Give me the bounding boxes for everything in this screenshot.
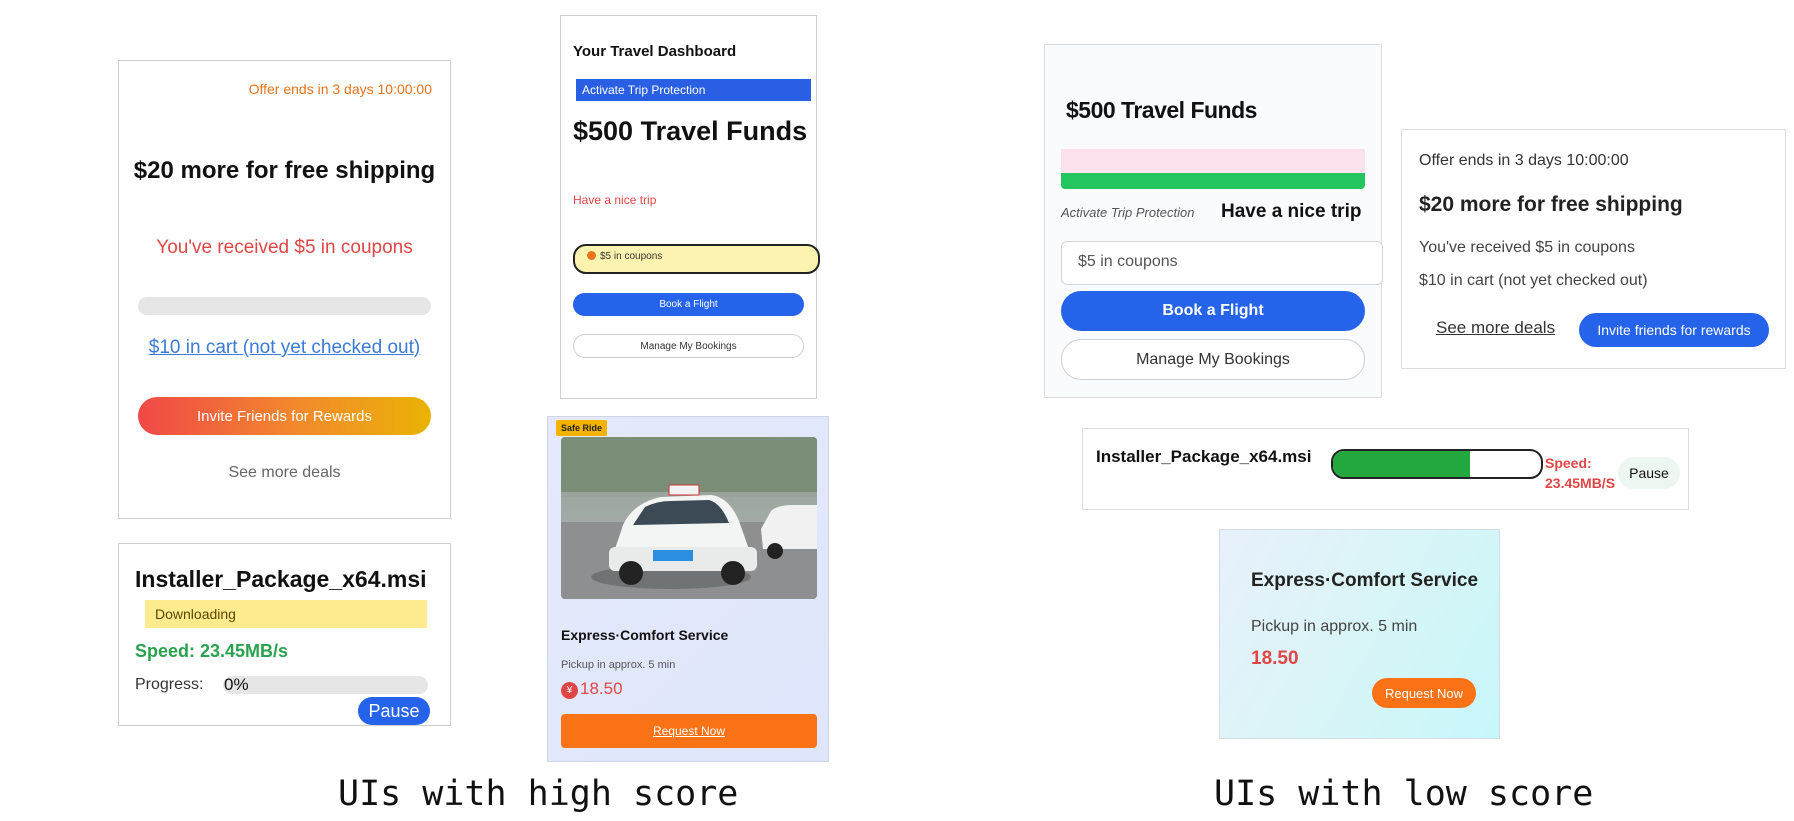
taxi-car-image [561,437,817,599]
pink-banner [1061,149,1365,173]
low-installer-card: Installer_Package_x64.msi Speed: 23.45MB/… [1082,428,1689,510]
pickup-eta: Pickup in approx. 5 min [1251,618,1418,635]
speed-value: 23.45MB/S [1545,475,1616,491]
installer-filename: Installer_Package_x64.msi [135,566,427,592]
request-now-button[interactable]: Request Now [561,714,817,748]
book-flight-button[interactable]: Book a Flight [1061,291,1365,331]
low-taxi-card: Express·Comfort Service Pickup in approx… [1219,529,1500,739]
download-speed: Speed: 23.45MB/S [1545,453,1615,493]
high-installer-card: Installer_Package_x64.msi Downloading Sp… [118,543,451,726]
shipping-progress-bar [138,297,431,315]
coupon-pill: $5 in coupons [573,244,820,274]
download-progress-bar [223,676,428,694]
trip-protection-banner[interactable]: Activate Trip Protection [576,79,811,101]
high-travel-dashboard: Your Travel Dashboard Activate Trip Prot… [560,15,820,399]
cart-text: $10 in cart (not yet checked out) [1419,272,1648,289]
coupon-text: You've received $5 in coupons [156,237,413,258]
request-now-button[interactable]: Request Now [1372,678,1476,708]
download-speed: Speed: 23.45MB/s [135,641,289,661]
shipping-title: $20 more for free shipping [133,157,436,184]
travel-funds-amount: $500 Travel Funds [573,116,808,146]
pause-button[interactable]: Pause [1618,457,1680,489]
download-progress-fill [1333,451,1471,477]
download-progress-bar [1331,449,1543,479]
installer-filename: Installer_Package_x64.msi [1096,447,1312,466]
fare-price: ¥18.50 [561,679,623,699]
taxi-photo [561,437,817,599]
high-shipping-card: Offer ends in 3 days 10:00:00 $20 more f… [118,60,451,519]
trip-protection-text[interactable]: Activate Trip Protection [1061,205,1194,220]
fare-price: 18.50 [1251,648,1299,669]
high-taxi-card: Safe Ride Express·Comfort Service Pickup… [547,416,829,762]
caption-low-score: UIs with low score [1214,774,1594,814]
book-flight-button[interactable]: Book a Flight [573,293,804,316]
pickup-eta: Pickup in approx. 5 min [561,659,676,671]
coupon-label: $5 in coupons [600,251,663,262]
invite-friends-button[interactable]: Invite Friends for Rewards [138,397,431,435]
greeting-text: Have a nice trip [1221,201,1362,222]
manage-bookings-button[interactable]: Manage My Bookings [573,334,804,358]
offer-countdown: Offer ends in 3 days 10:00:00 [1419,152,1629,169]
progress-value: 0% [224,675,249,694]
see-more-deals-link[interactable]: See more deals [119,464,450,482]
coupon-field[interactable]: $5 in coupons [1061,241,1383,285]
fare-value: 18.50 [580,679,623,698]
manage-bookings-button[interactable]: Manage My Bookings [1061,339,1365,380]
travel-funds-amount: $500 Travel Funds [1066,97,1257,123]
greeting-text: Have a nice trip [573,193,657,207]
safe-ride-badge: Safe Ride [556,420,608,436]
low-travel-card: $500 Travel Funds Activate Trip Protecti… [1044,44,1383,398]
download-status-badge: Downloading [145,600,427,628]
offer-countdown: Offer ends in 3 days 10:00:00 [248,81,432,97]
shipping-title: $20 more for free shipping [1419,193,1683,216]
coin-icon [587,251,596,260]
low-shipping-card: Offer ends in 3 days 10:00:00 $20 more f… [1401,129,1786,369]
progress-label: Progress: [135,676,204,693]
see-more-deals-link[interactable]: See more deals [1436,318,1555,338]
green-banner [1061,173,1365,189]
service-name: Express·Comfort Service [1251,570,1479,591]
yen-icon: ¥ [561,682,578,699]
coupon-text: You've received $5 in coupons [1419,239,1635,256]
cart-link[interactable]: $10 in cart (not yet checked out) [119,337,450,359]
invite-friends-button[interactable]: Invite friends for rewards [1579,313,1769,347]
service-name: Express·Comfort Service [561,627,729,643]
dashboard-title: Your Travel Dashboard [573,43,737,60]
pause-button[interactable]: Pause [358,697,430,725]
speed-label: Speed: [1545,455,1592,471]
caption-high-score: UIs with high score [338,774,739,814]
